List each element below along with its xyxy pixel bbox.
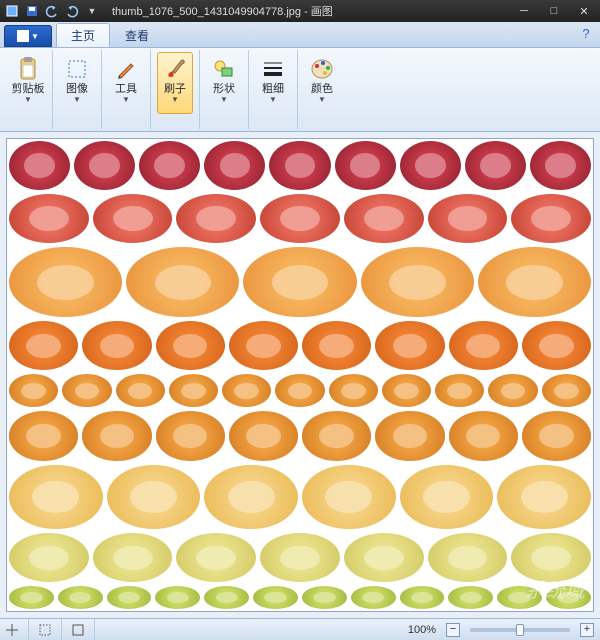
group-tools: 工具 ▼ (102, 50, 151, 129)
zoom-thumb[interactable] (516, 624, 524, 636)
palette-icon (310, 57, 334, 81)
window-controls: ─ □ ✕ (512, 5, 596, 18)
tools-button[interactable]: 工具 ▼ (108, 52, 144, 114)
close-button[interactable]: ✕ (572, 5, 596, 18)
tab-home[interactable]: 主页 (56, 23, 110, 47)
chevron-down-icon: ▼ (31, 32, 39, 41)
group-thickness: 粗细 ▼ (249, 50, 298, 129)
redo-icon[interactable] (64, 3, 80, 19)
file-menu-button[interactable]: ▼ (4, 25, 52, 47)
chevron-down-icon: ▼ (73, 95, 81, 104)
image-label: 图像 (66, 83, 88, 95)
zoom-in-button[interactable]: + (580, 623, 594, 637)
chevron-down-icon: ▼ (220, 95, 228, 104)
document-image (7, 139, 593, 611)
zoom-slider[interactable] (470, 628, 570, 632)
app-menu-icon[interactable] (4, 3, 20, 19)
save-icon[interactable] (24, 3, 40, 19)
select-icon (65, 57, 89, 81)
zoom-out-button[interactable]: − (446, 623, 460, 637)
qat-dropdown-icon[interactable]: ▼ (84, 3, 100, 19)
image-size (72, 619, 95, 640)
paste-button[interactable]: 剪贴板 ▼ (10, 52, 46, 114)
tab-view[interactable]: 查看 (110, 23, 164, 47)
ribbon: 剪贴板 ▼ 图像 ▼ 工具 ▼ 刷子 ▼ 形状 ▼ (0, 48, 600, 132)
title-bar: ▼ thumb_1076_500_1431049904778.jpg - 画图 … (0, 0, 600, 22)
thickness-button[interactable]: 粗细 ▼ (255, 52, 291, 114)
chevron-down-icon: ▼ (269, 95, 277, 104)
tools-label: 工具 (115, 83, 137, 95)
maximize-button[interactable]: □ (542, 5, 566, 18)
chevron-down-icon: ▼ (171, 95, 179, 104)
status-bar: 100% − + (0, 618, 600, 640)
size-icon (72, 624, 84, 636)
selection-icon (39, 624, 51, 636)
shapes-label: 形状 (213, 83, 235, 95)
group-clipboard: 剪贴板 ▼ (4, 50, 53, 129)
pencil-icon (114, 57, 138, 81)
chevron-down-icon: ▼ (318, 95, 326, 104)
crosshair-icon (6, 624, 18, 636)
canvas[interactable]: 系统域 (6, 138, 594, 612)
brushes-label: 刷子 (164, 83, 186, 95)
ribbon-tabs: ▼ 主页 查看 ? (0, 22, 600, 48)
file-icon (17, 30, 29, 42)
clipboard-icon (16, 57, 40, 81)
chevron-down-icon: ▼ (24, 95, 32, 104)
select-button[interactable]: 图像 ▼ (59, 52, 95, 114)
group-shapes: 形状 ▼ (200, 50, 249, 129)
brushes-button[interactable]: 刷子 ▼ (157, 52, 193, 114)
zoom-value: 100% (408, 624, 436, 636)
window-title: thumb_1076_500_1431049904778.jpg - 画图 (100, 3, 512, 19)
selection-size (39, 619, 62, 640)
shapes-button[interactable]: 形状 ▼ (206, 52, 242, 114)
thickness-label: 粗细 (262, 83, 284, 95)
group-brushes: 刷子 ▼ (151, 50, 200, 129)
help-icon[interactable]: ? (578, 26, 594, 42)
group-colors: 颜色 ▼ (298, 50, 346, 129)
canvas-area: 系统域 (0, 132, 600, 618)
cursor-position (6, 619, 29, 640)
quick-access-toolbar: ▼ (4, 3, 100, 19)
group-image: 图像 ▼ (53, 50, 102, 129)
undo-icon[interactable] (44, 3, 60, 19)
paste-label: 剪贴板 (12, 83, 45, 95)
lines-icon (261, 57, 285, 81)
chevron-down-icon: ▼ (122, 95, 130, 104)
colors-label: 颜色 (311, 83, 333, 95)
shapes-icon (212, 57, 236, 81)
brush-icon (163, 57, 187, 81)
minimize-button[interactable]: ─ (512, 5, 536, 18)
colors-button[interactable]: 颜色 ▼ (304, 52, 340, 114)
